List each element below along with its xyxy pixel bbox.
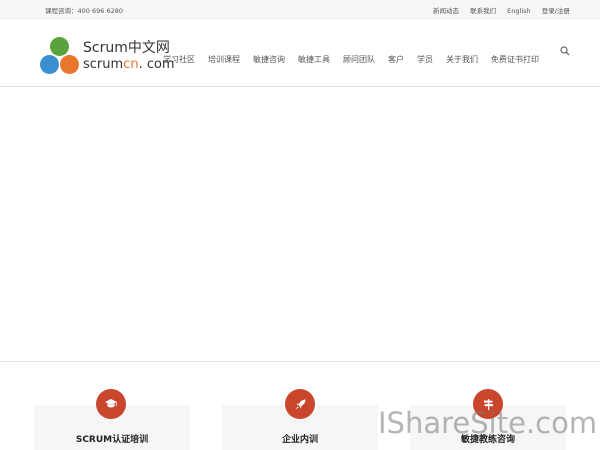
logo-green-dot bbox=[50, 37, 69, 56]
search-icon[interactable] bbox=[560, 46, 570, 56]
nav-item-courses[interactable]: 培训课程 bbox=[208, 54, 240, 65]
top-link-english[interactable]: English bbox=[507, 7, 530, 15]
nav-item-clients[interactable]: 客户 bbox=[388, 54, 404, 65]
hero-banner bbox=[0, 88, 600, 362]
main-nav: 学习社区 培训课程 敏捷咨询 敏捷工具 顾问团队 客户 学员 关于我们 免费证书打印 bbox=[163, 46, 570, 64]
logo-orange-dot bbox=[60, 55, 79, 74]
logo-url-accent: cn bbox=[123, 57, 139, 72]
nav-item-community[interactable]: 学习社区 bbox=[163, 54, 195, 65]
top-bar: 课程咨询：400 696 6280 新闻动态 联系我们 English 登录/注… bbox=[0, 0, 600, 19]
site-header: Scrum中文网 scrumcn. com 学习社区 培训课程 敏捷咨询 敏捷工具 顾问… bbox=[0, 19, 600, 87]
watermark-text: IShareSite.com bbox=[378, 406, 598, 440]
logo-url-prefix: scrum bbox=[83, 57, 124, 72]
graduation-cap-icon bbox=[96, 389, 126, 419]
top-link-login[interactable]: 登录/注册 bbox=[542, 7, 570, 15]
top-link-contact[interactable]: 联系我们 bbox=[470, 7, 496, 15]
nav-item-about[interactable]: 关于我们 bbox=[446, 54, 478, 65]
site-logo[interactable]: Scrum中文网 scrumcn. com bbox=[40, 37, 180, 77]
nav-item-team[interactable]: 顾问团队 bbox=[343, 54, 375, 65]
top-links: 新闻动态 联系我们 English 登录/注册 bbox=[433, 5, 579, 15]
top-link-news[interactable]: 新闻动态 bbox=[433, 7, 459, 15]
feature-title-certification: SCRUM认证培训 bbox=[75, 435, 149, 445]
nav-item-tools[interactable]: 敏捷工具 bbox=[298, 54, 330, 65]
contact-phone: 课程咨询：400 696 6280 bbox=[45, 7, 123, 15]
logo-title: Scrum中文网 bbox=[83, 40, 170, 56]
rocket-icon bbox=[285, 389, 315, 419]
feature-card-inhouse[interactable]: 企业内训 bbox=[222, 389, 378, 450]
logo-blue-dot bbox=[40, 55, 59, 74]
nav-item-certificate[interactable]: 免费证书打印 bbox=[491, 54, 539, 65]
nav-item-students[interactable]: 学员 bbox=[417, 54, 433, 65]
logo-url: scrumcn. com bbox=[83, 57, 175, 72]
feature-title-inhouse: 企业内训 bbox=[281, 435, 318, 445]
nav-item-consulting[interactable]: 敏捷咨询 bbox=[253, 54, 285, 65]
feature-card-certification[interactable]: SCRUM认证培训 bbox=[34, 389, 190, 450]
